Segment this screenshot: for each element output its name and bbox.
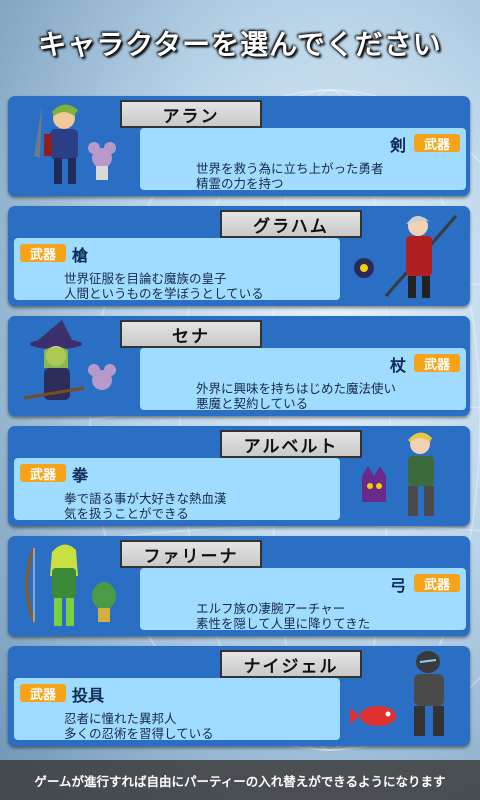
character-description: 拳で語る事が大好きな熱血漢 気を扱うことができる [64, 491, 227, 521]
character-card-graham[interactable]: グラハム 武器 槍 世界征服を目論む魔族の皇子 人間というものを学ぼうとしている [8, 206, 470, 306]
character-card-alan[interactable]: アラン 武器 剣 世界を救う為に立ち上がった勇者 精霊の力を持つ [8, 96, 470, 196]
description-line-2: 悪魔と契約している [196, 396, 309, 411]
character-name: アラン [120, 100, 262, 128]
description-line-2: 気を扱うことができる [64, 506, 189, 521]
albert-portrait-icon [362, 432, 434, 516]
description-line-1: エルフ族の凄腕アーチャー [196, 601, 346, 616]
character-card-albert[interactable]: アルベルト 武器 拳 拳で語る事が大好きな熱血漢 気を扱うことができる [8, 426, 470, 526]
character-info-box: 武器 槍 世界征服を目論む魔族の皇子 人間というものを学ぼうとしている [14, 238, 340, 301]
footer-notice: ゲームが進行すれば自由にパーティーの入れ替えができるようになります [0, 760, 480, 800]
weapon-type: 剣 [389, 136, 406, 155]
sena-portrait-icon [23, 320, 116, 400]
character-info-box: 武器 弓 エルフ族の凄腕アーチャー 素性を隠して人里に降りてきた [140, 568, 466, 631]
weapon-badge: 武器 [414, 574, 460, 593]
character-description: エルフ族の凄腕アーチャー 素性を隠して人里に降りてきた [196, 601, 370, 631]
character-info-box: 武器 投具 忍者に憧れた異邦人 多くの忍術を習得している [14, 678, 340, 741]
character-name: アルベルト [220, 430, 362, 458]
character-description: 忍者に憧れた異邦人 多くの忍術を習得している [64, 711, 214, 741]
farina-portrait-icon [25, 544, 116, 626]
nigel-portrait-icon [350, 651, 444, 736]
description-line-1: 世界を救う為に立ち上がった勇者 [196, 161, 384, 176]
character-info-box: 武器 拳 拳で語る事が大好きな熱血漢 気を扱うことができる [14, 458, 340, 521]
weapon-type: 弓 [389, 576, 406, 595]
description-line-2: 多くの忍術を習得している [64, 726, 214, 741]
weapon-badge: 武器 [20, 464, 66, 483]
character-name: ファリーナ [120, 540, 262, 568]
character-card-farina[interactable]: ファリーナ 武器 弓 エルフ族の凄腕アーチャー 素性を隠して人里に降りてきた [8, 536, 470, 636]
description-line-2: 人間というものを学ぼうとしている [64, 286, 264, 301]
weapon-badge: 武器 [414, 354, 460, 373]
footer-text: ゲームが進行すれば自由にパーティーの入れ替えができるようになります [34, 773, 446, 789]
description-line-2: 素性を隠して人里に降りてきた [196, 616, 371, 631]
graham-portrait-icon [354, 215, 458, 298]
description-line-2: 精霊の力を持つ [196, 176, 284, 191]
weapon-badge: 武器 [414, 134, 460, 153]
alan-portrait-icon [34, 104, 116, 184]
character-info-box: 武器 杖 外界に興味を持ちはじめた魔法使い 悪魔と契約している [140, 348, 466, 411]
weapon-badge: 武器 [20, 684, 66, 703]
character-description: 外界に興味を持ちはじめた魔法使い 悪魔と契約している [196, 381, 396, 411]
character-description: 世界を救う為に立ち上がった勇者 精霊の力を持つ [196, 161, 384, 191]
page-title: キャラクターを選んでください [38, 28, 442, 61]
character-name: セナ [120, 320, 262, 348]
description-line-1: 世界征服を目論む魔族の皇子 [64, 271, 227, 286]
character-card-nigel[interactable]: ナイジェル 武器 投具 忍者に憧れた異邦人 多くの忍術を習得している [8, 646, 470, 746]
character-description: 世界征服を目論む魔族の皇子 人間というものを学ぼうとしている [64, 271, 264, 301]
character-name: グラハム [220, 210, 362, 238]
weapon-type: 拳 [72, 466, 89, 485]
character-name: ナイジェル [220, 650, 362, 678]
character-card-sena[interactable]: セナ 武器 杖 外界に興味を持ちはじめた魔法使い 悪魔と契約している [8, 316, 470, 416]
description-line-1: 外界に興味を持ちはじめた魔法使い [196, 381, 397, 396]
weapon-type: 投具 [72, 686, 105, 705]
description-line-1: 忍者に憧れた異邦人 [64, 711, 177, 726]
description-line-1: 拳で語る事が大好きな熱血漢 [64, 491, 227, 506]
title-bar: キャラクターを選んでください [0, 0, 480, 86]
weapon-type: 杖 [389, 356, 406, 375]
character-info-box: 武器 剣 世界を救う為に立ち上がった勇者 精霊の力を持つ [140, 128, 466, 191]
weapon-type: 槍 [72, 246, 89, 265]
weapon-badge: 武器 [20, 244, 66, 263]
